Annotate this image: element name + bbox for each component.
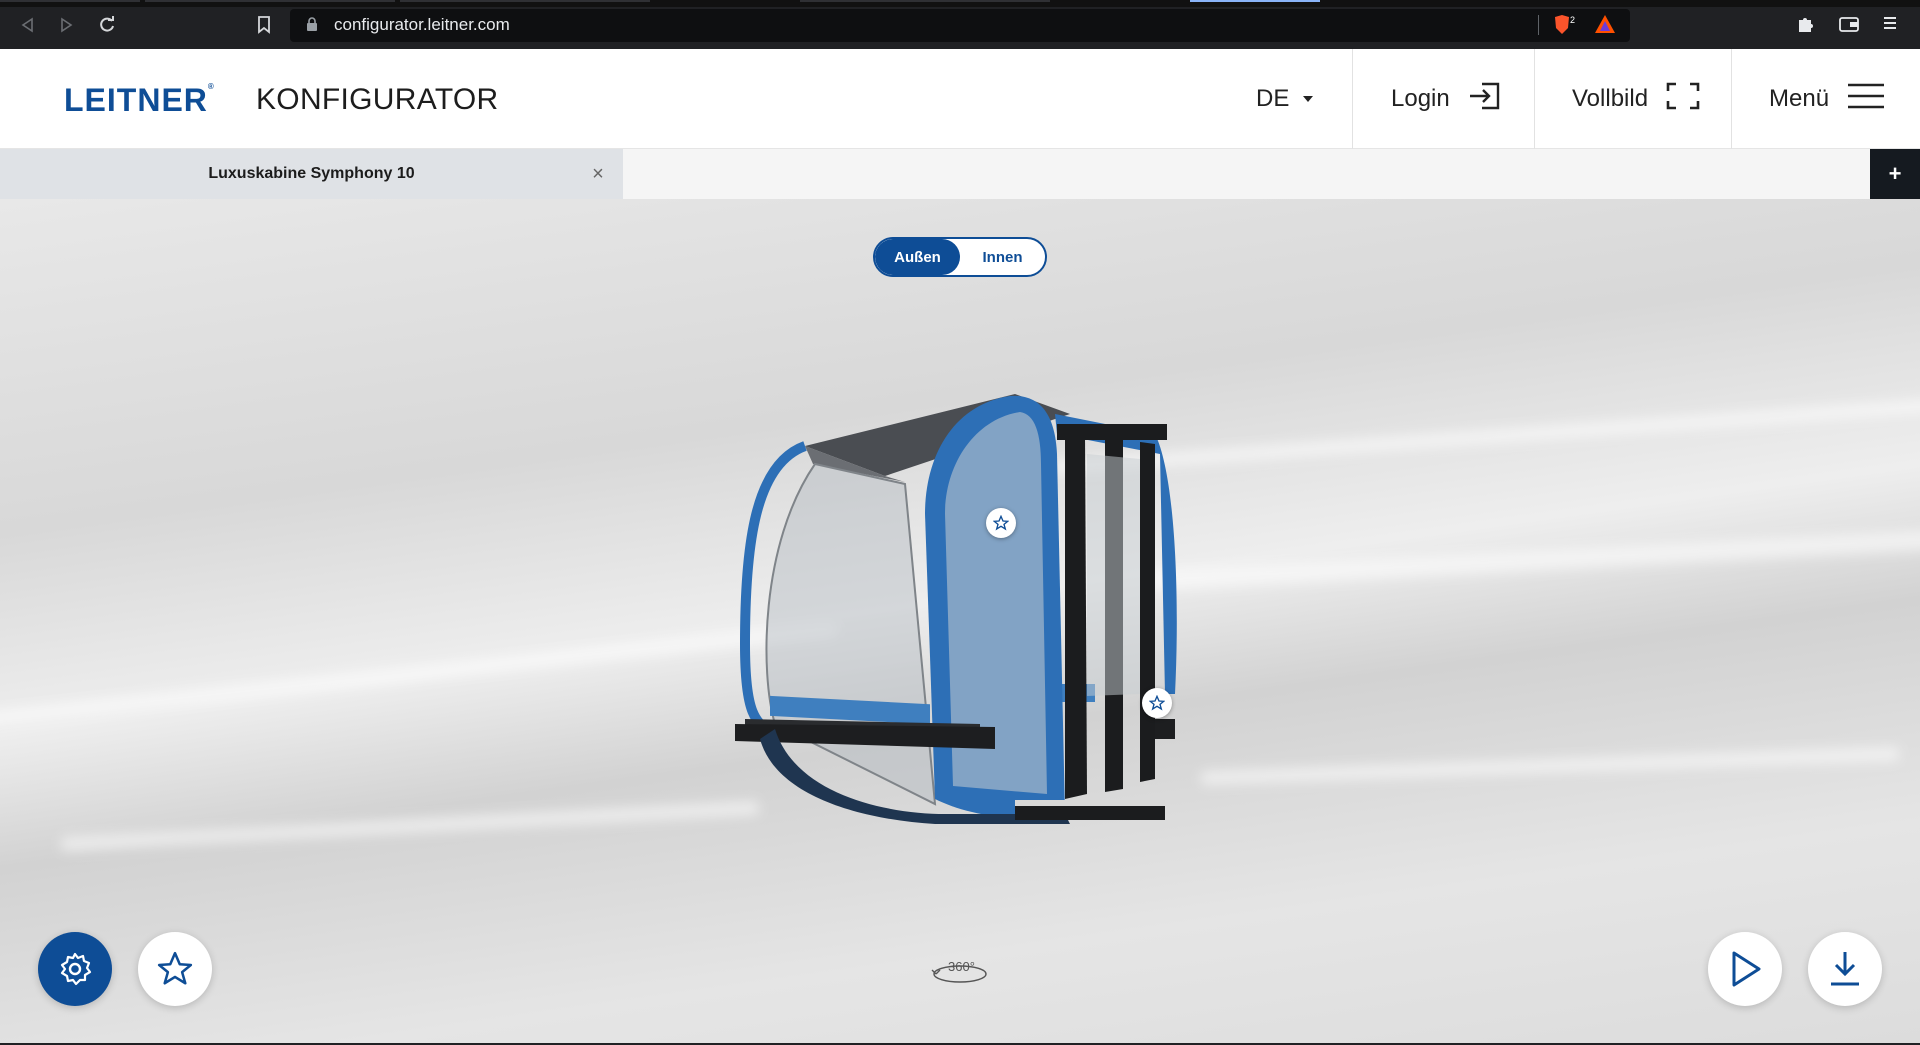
rotate-360-indicator: 360° [930,956,990,986]
download-icon [1831,952,1859,986]
hotspot-star-icon[interactable] [986,508,1016,538]
reload-icon[interactable] [94,12,120,38]
caret-down-icon [1303,96,1314,102]
star-icon [157,951,193,985]
gear-icon [60,952,92,986]
header-divider [1731,49,1732,149]
lock-icon [306,17,318,37]
site-header: LEITNER® KONFIGURATOR DE Login Vollbild … [0,49,1920,149]
header-divider [1534,49,1535,149]
login-label: Login [1391,85,1450,112]
header-divider [1352,49,1353,149]
brave-shield-icon[interactable]: 2 [1553,14,1583,41]
browser-tabstrip [0,0,1920,7]
browser-menu-icon[interactable] [1882,14,1898,37]
configuration-tabs: Luxuskabine Symphony 10 × + [0,149,1920,199]
view-toggle: Außen Innen [873,237,1047,277]
play-animation-button[interactable] [1708,932,1782,1006]
close-icon[interactable]: × [588,163,608,185]
leitner-logo[interactable]: LEITNER® [64,82,215,119]
brave-rewards-icon[interactable] [1594,14,1616,39]
brand-name: LEITNER [64,82,208,118]
app-title: KONFIGURATOR [256,83,499,116]
language-selector[interactable]: DE [1256,49,1314,149]
url-text[interactable]: configurator.leitner.com [334,15,510,35]
gondola-cabin-model[interactable] [735,394,1195,894]
menu-button[interactable]: Menü [1769,49,1885,149]
hotspot-star-icon[interactable] [1142,688,1172,718]
fullscreen-button[interactable]: Vollbild [1572,49,1700,149]
hamburger-icon [1847,83,1885,116]
toggle-innen[interactable]: Innen [960,239,1045,275]
tab-label: Luxuskabine Symphony 10 [208,165,415,182]
back-icon[interactable] [14,12,40,38]
wallet-icon[interactable] [1838,14,1860,39]
download-button[interactable] [1808,932,1882,1006]
forward-icon[interactable] [54,12,80,38]
extension-badge: 2 [1570,15,1575,25]
add-tab-button[interactable]: + [1870,149,1920,199]
rotate-360-label: 360° [948,959,975,974]
play-icon [1732,951,1761,987]
fullscreen-label: Vollbild [1572,85,1649,112]
favorites-button[interactable] [138,932,212,1006]
tab-luxuskabine-symphony-10[interactable]: Luxuskabine Symphony 10 × [0,149,623,199]
extensions-puzzle-icon[interactable] [1796,14,1816,39]
language-label: DE [1256,85,1290,112]
fullscreen-icon [1666,82,1700,117]
menu-label: Menü [1769,85,1830,112]
settings-button[interactable] [38,932,112,1006]
3d-viewport[interactable]: Außen Innen 360° [0,199,1920,1045]
address-divider [1538,15,1539,35]
browser-toolbar: configurator.leitner.com 2 [0,0,1920,49]
login-button[interactable]: Login [1391,49,1500,149]
toggle-aussen[interactable]: Außen [875,239,960,275]
login-icon [1468,82,1500,117]
bookmark-icon[interactable] [251,12,277,38]
